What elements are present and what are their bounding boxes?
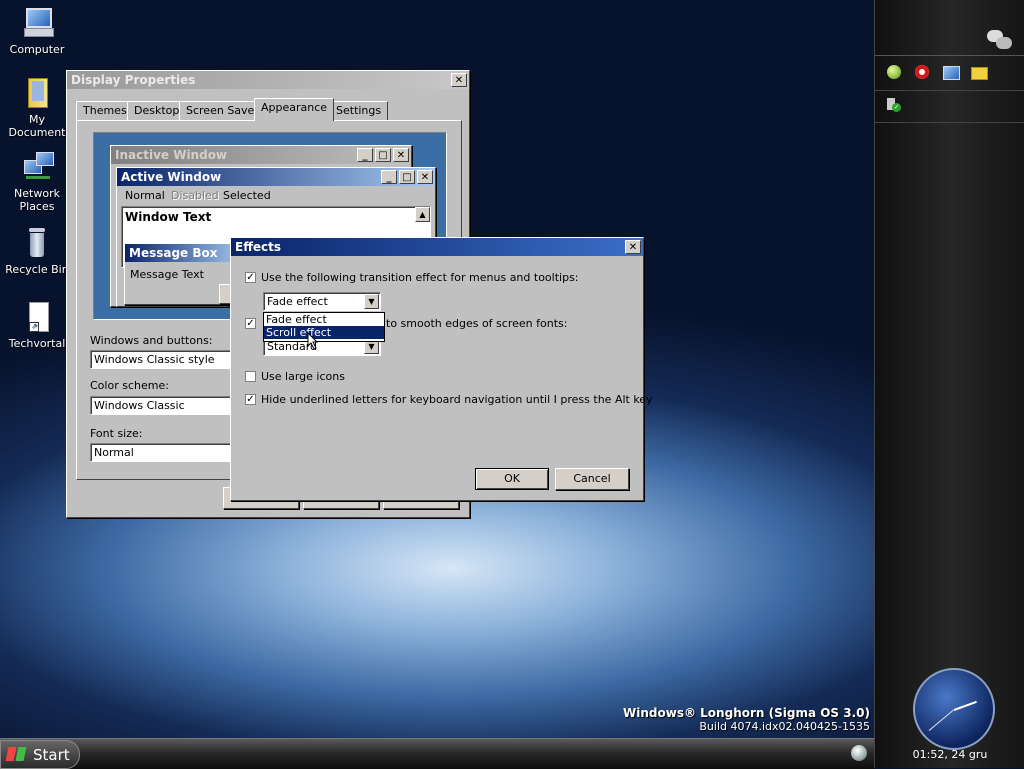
- color-scheme-select[interactable]: Windows Classic: [90, 396, 240, 415]
- smooth-edges-checkbox[interactable]: ✓: [245, 318, 256, 329]
- green-globe-icon[interactable]: [887, 65, 901, 79]
- start-button[interactable]: Start: [0, 740, 80, 769]
- maximize-icon: □: [375, 148, 391, 162]
- opera-icon[interactable]: [915, 65, 929, 79]
- mouse-cursor-icon: [307, 332, 319, 350]
- windows-logo-icon: [5, 747, 27, 761]
- clock-text: 01:52, 24 gru: [912, 748, 988, 761]
- effects-dialog: Effects ✕ ✓ Use the following transition…: [230, 237, 653, 501]
- desktop-icon-label: My Document: [8, 113, 66, 139]
- recycle-bin-icon: [20, 226, 54, 260]
- preview-menu-disabled: Disabled: [171, 189, 219, 202]
- sidebar-top-divider: [875, 55, 1024, 56]
- desktop-icon-techvortal[interactable]: ↗ Techvortal: [0, 300, 74, 350]
- preview-active-titlebar: Active Window _ □ ✕: [117, 168, 435, 186]
- checkmark-icon: ✓: [246, 318, 255, 329]
- tab-appearance[interactable]: Appearance: [254, 98, 335, 121]
- minimize-icon: _: [381, 170, 397, 184]
- window-title: Display Properties: [71, 73, 196, 87]
- os-branding: Windows® Longhorn (Sigma OS 3.0) Build 4…: [560, 706, 870, 733]
- checkmark-icon: ✓: [246, 272, 255, 283]
- scrollbar-up-arrow-icon: ▲: [415, 207, 430, 222]
- start-label: Start: [33, 746, 70, 764]
- desktop-icon-recycle-bin[interactable]: Recycle Bin: [0, 226, 74, 276]
- dropdown-option-fade[interactable]: Fade effect: [264, 313, 384, 326]
- maximize-icon: □: [399, 170, 415, 184]
- hide-underline-checkbox[interactable]: ✓: [245, 394, 256, 405]
- close-icon: ✕: [628, 242, 638, 253]
- folder-icon[interactable]: [971, 67, 988, 80]
- hide-underline-label: Hide underlined letters for keyboard nav…: [261, 393, 653, 406]
- tab-settings[interactable]: Settings: [329, 101, 389, 121]
- close-button[interactable]: ✕: [451, 73, 467, 87]
- desktop-icon-label: Computer: [9, 43, 65, 56]
- desktop-icon-label: Network Places: [14, 187, 60, 213]
- minimize-icon: _: [357, 148, 373, 162]
- close-icon: ✕: [454, 75, 464, 86]
- dropdown-option-scroll[interactable]: Scroll effect: [264, 326, 384, 339]
- preview-message-box-titlebar: Message Box: [125, 244, 245, 262]
- transition-effect-checkbox[interactable]: ✓: [245, 272, 256, 283]
- chat-bubbles-icon[interactable]: [987, 30, 1013, 52]
- tab-screen-saver[interactable]: Screen Saver: [179, 101, 266, 121]
- color-scheme-label: Color scheme:: [90, 379, 169, 392]
- desktop-icon-network-places[interactable]: Network Places: [0, 150, 74, 213]
- font-size-select[interactable]: Normal: [90, 443, 240, 462]
- clock-icon[interactable]: [913, 668, 995, 750]
- computer-icon: [20, 6, 54, 40]
- network-icon: [20, 150, 54, 184]
- preview-inactive-titlebar: Inactive Window _ □ ✕: [111, 146, 411, 164]
- tab-themes[interactable]: Themes: [76, 101, 134, 121]
- windows-and-buttons-label: Windows and buttons:: [90, 334, 213, 347]
- preview-message-box: Message Box Message Text OK: [124, 243, 279, 305]
- smooth-edges-label: to smooth edges of screen fonts:: [386, 317, 568, 330]
- branding-build: Build 4074.idx02.040425-1535: [699, 720, 870, 733]
- effects-title: Effects: [235, 240, 282, 254]
- branding-title: Windows® Longhorn (Sigma OS 3.0): [623, 706, 870, 720]
- desktop-icon-my-document[interactable]: My Document: [0, 76, 74, 139]
- large-icons-label: Use large icons: [261, 370, 345, 383]
- shortcut-file-icon: ↗: [20, 300, 54, 334]
- preview-menu-bar: Normal Disabled Selected: [117, 188, 435, 204]
- effects-ok-button[interactable]: OK: [475, 468, 549, 490]
- preview-menu-normal: Normal: [125, 189, 165, 202]
- taskbar-orb-icon[interactable]: [851, 745, 867, 761]
- display-properties-titlebar[interactable]: Display Properties ✕: [67, 71, 469, 89]
- preview-menu-selected: Selected: [223, 189, 271, 202]
- taskbar: Start: [0, 738, 874, 769]
- sidebar: ✓ 01:52, 24 gru: [874, 0, 1024, 768]
- font-size-label: Font size:: [90, 427, 143, 440]
- desktop-icon-label: Recycle Bin: [5, 263, 69, 276]
- tab-desktop[interactable]: Desktop: [127, 101, 187, 121]
- close-icon: ✕: [393, 148, 409, 162]
- windows-and-buttons-select[interactable]: Windows Classic style: [90, 350, 240, 369]
- preview-message-text: Message Text: [130, 268, 204, 281]
- dropdown-arrow-icon[interactable]: ▼: [364, 294, 379, 309]
- checkmark-icon: ✓: [246, 394, 255, 405]
- effects-close-button[interactable]: ✕: [625, 240, 641, 254]
- desktop-monitor-icon[interactable]: [943, 66, 960, 80]
- tab-strip: Themes Desktop Screen Saver Appearance S…: [76, 98, 456, 121]
- desktop-icon-label: Techvortal: [8, 337, 66, 350]
- transition-effect-dropdown-list: Fade effect Scroll effect: [263, 312, 385, 342]
- sidebar-bottom-divider: [875, 122, 1024, 123]
- security-check-icon[interactable]: ✓: [887, 98, 901, 112]
- sidebar-quicklaunch: [887, 64, 1017, 82]
- transition-effect-label: Use the following transition effect for …: [261, 271, 579, 284]
- large-icons-checkbox[interactable]: [245, 371, 256, 382]
- close-icon: ✕: [417, 170, 433, 184]
- preview-window-text: Window Text: [125, 210, 212, 224]
- transition-effect-select[interactable]: Fade effect ▼: [263, 292, 381, 311]
- folder-documents-icon: [20, 76, 54, 110]
- effects-cancel-button[interactable]: Cancel: [555, 468, 629, 490]
- sidebar-mid-divider: [875, 90, 1024, 91]
- desktop-icon-computer[interactable]: Computer: [0, 6, 74, 56]
- effects-titlebar[interactable]: Effects ✕: [231, 238, 643, 256]
